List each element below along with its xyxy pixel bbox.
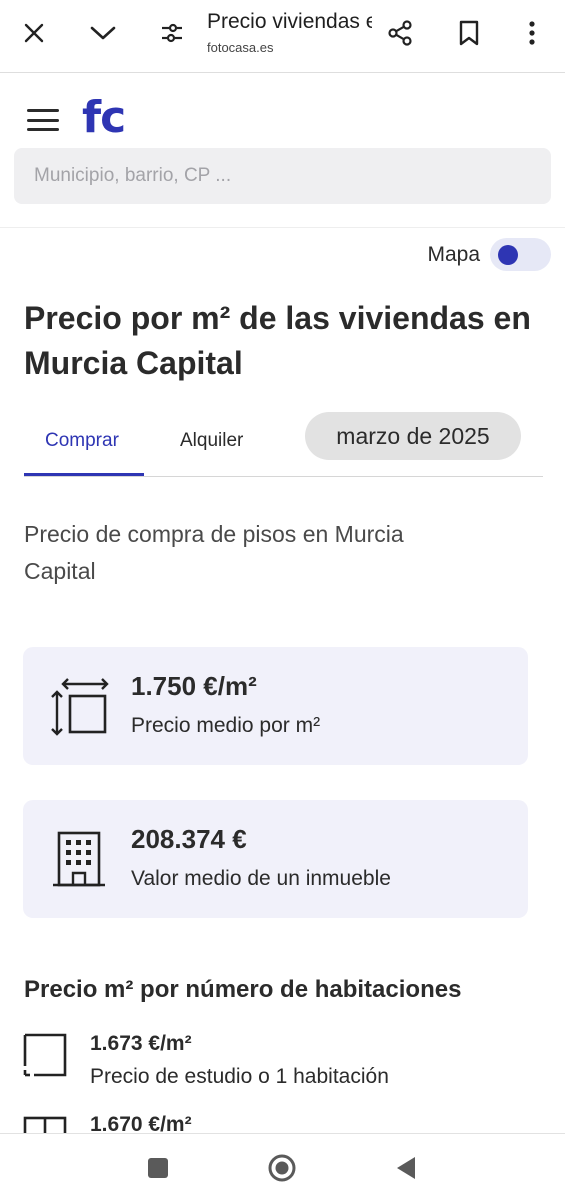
map-toggle-label: Mapa xyxy=(427,242,480,266)
system-nav-bar xyxy=(0,1133,565,1200)
share-icon[interactable] xyxy=(380,13,420,53)
avg-price-m2-label: Precio medio por m² xyxy=(131,714,321,737)
tab-alquiler[interactable]: Alquiler xyxy=(180,430,243,452)
avg-property-value-label: Valor medio de un inmueble xyxy=(131,867,391,890)
more-vert-icon[interactable] xyxy=(512,13,552,53)
recents-icon[interactable] xyxy=(142,1152,174,1184)
building-icon xyxy=(49,827,109,891)
avg-property-value-card: 208.374 € Valor medio de un inmueble xyxy=(23,800,528,918)
browser-domain[interactable]: fotocasa.es xyxy=(207,40,274,55)
room-icon xyxy=(22,1032,68,1078)
price-per-m2-card: 1.750 €/m² Precio medio por m² xyxy=(23,647,528,765)
chevron-down-icon[interactable] xyxy=(83,13,123,53)
close-icon[interactable] xyxy=(14,13,54,53)
menu-icon[interactable] xyxy=(27,107,59,133)
section-subtitle: Precio de compra de pisos en Murcia Capi… xyxy=(24,521,404,584)
date-selector[interactable]: marzo de 2025 xyxy=(305,412,521,460)
switch-knob xyxy=(498,245,518,265)
area-size-icon xyxy=(49,674,109,738)
site-header: fc xyxy=(0,74,565,228)
search-input[interactable] xyxy=(34,165,531,187)
active-tab-indicator xyxy=(24,473,144,476)
room-price-row: 1.673 €/m² Precio de estudio o 1 habitac… xyxy=(22,1032,542,1092)
home-icon[interactable] xyxy=(266,1152,298,1184)
map-toggle[interactable]: Mapa xyxy=(427,238,551,271)
bookmark-icon[interactable] xyxy=(449,13,489,53)
avg-price-m2-value: 1.750 €/m² xyxy=(131,671,257,701)
avg-property-value: 208.374 € xyxy=(131,824,247,854)
map-switch[interactable] xyxy=(490,238,551,271)
browser-toolbar: Precio viviendas en Murcia Capital fotoc… xyxy=(0,0,565,73)
tab-comprar[interactable]: Comprar xyxy=(45,430,119,452)
fotocasa-logo[interactable]: fc xyxy=(82,92,126,143)
browser-page-title[interactable]: Precio viviendas en Murcia Capital xyxy=(207,10,372,34)
tab-bar: Comprar Alquiler marzo de 2025 xyxy=(24,410,543,477)
search-box[interactable] xyxy=(14,148,551,204)
room-price-value: 1.673 €/m² xyxy=(90,1032,192,1055)
tune-icon[interactable] xyxy=(152,13,192,53)
room-price-label: Precio de estudio o 1 habitación xyxy=(90,1065,389,1088)
rooms-section-title: Precio m² por número de habitaciones xyxy=(24,976,462,1003)
back-icon[interactable] xyxy=(390,1152,422,1184)
page-title: Precio por m² de las viviendas en Murcia… xyxy=(24,300,531,381)
